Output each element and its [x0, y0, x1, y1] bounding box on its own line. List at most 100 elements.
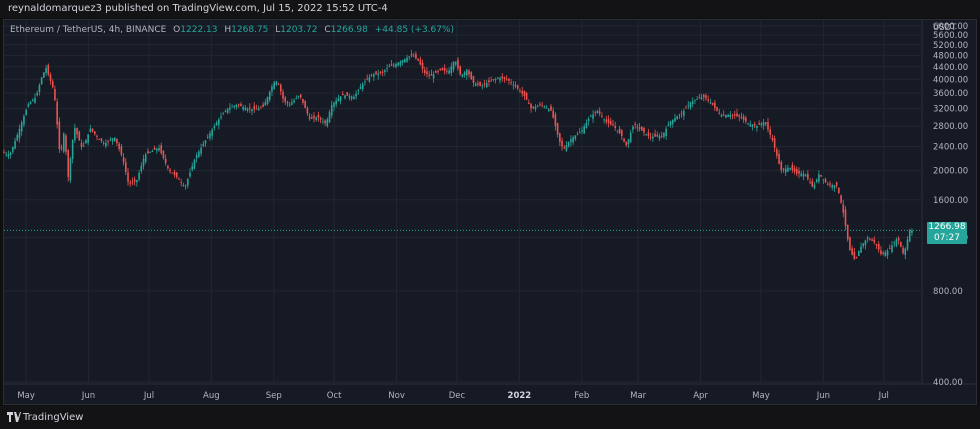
candle-body — [694, 100, 696, 102]
candle-body — [297, 96, 300, 97]
candle-body — [189, 172, 191, 177]
candle-body — [882, 252, 884, 254]
candle-body — [317, 114, 320, 118]
candle-body — [598, 111, 601, 114]
candle-body — [636, 126, 639, 128]
candle-body — [229, 107, 231, 110]
candle-body — [56, 101, 58, 125]
candle-body — [423, 69, 426, 73]
candle-body — [426, 71, 428, 75]
candle-body — [700, 97, 703, 99]
x-tick-label: May — [752, 391, 770, 401]
candle-body — [142, 158, 145, 167]
candle-body — [838, 187, 840, 193]
x-tick-label: Jul — [143, 391, 154, 401]
candle-body — [452, 61, 455, 70]
candle-body — [164, 158, 167, 164]
x-tick-label: Feb — [574, 391, 589, 401]
candle-body — [607, 119, 610, 124]
candle-body — [421, 62, 424, 69]
candle-body — [479, 82, 481, 86]
y-tick-label: 4400.00 — [933, 63, 968, 73]
candle-body — [503, 77, 506, 79]
candle-body — [76, 128, 78, 135]
last-price-label: 1266.98 07:27 — [927, 222, 967, 245]
candle-body — [31, 99, 34, 101]
candle-body — [417, 58, 419, 61]
candle-body — [521, 91, 523, 94]
candle-body — [306, 108, 309, 114]
candle-body — [43, 72, 45, 78]
candle-body — [587, 118, 590, 122]
candle-body — [749, 124, 752, 127]
candle-body — [683, 110, 685, 116]
candle-body — [891, 245, 893, 252]
candle-body — [381, 71, 384, 73]
candle-body — [718, 112, 721, 114]
x-tick-label: Oct — [327, 391, 342, 401]
candle-body — [147, 151, 149, 154]
candle-body — [809, 181, 811, 183]
candle-body — [729, 114, 732, 118]
candle-body — [771, 137, 774, 141]
candle-body — [647, 132, 650, 136]
candle-body — [386, 67, 388, 69]
candle-body — [747, 123, 749, 125]
candle-body — [350, 96, 353, 99]
candle-body — [439, 68, 442, 71]
candle-body — [47, 65, 50, 75]
candle-body — [477, 83, 479, 85]
candle-body — [674, 118, 676, 122]
candle-body — [663, 132, 665, 137]
candle-body — [552, 110, 554, 118]
candle-body — [319, 118, 322, 120]
candle-body — [601, 115, 603, 117]
candle-body — [12, 146, 14, 152]
candle-body — [563, 147, 566, 149]
candle-body — [339, 96, 342, 101]
candle-body — [82, 145, 85, 147]
candle-body — [793, 168, 796, 172]
candle-body — [280, 84, 282, 92]
candle-body — [756, 126, 758, 129]
candle-body — [93, 131, 96, 135]
candle-body — [333, 102, 335, 107]
candle-body — [277, 84, 280, 85]
candle-body — [235, 104, 238, 108]
candle-body — [532, 106, 535, 108]
candle-body — [871, 239, 873, 241]
candle-body — [441, 68, 444, 71]
candle-body — [897, 238, 900, 241]
candle-body — [184, 185, 187, 187]
candle-body — [481, 85, 484, 87]
candle-body — [401, 60, 404, 63]
candle-body — [7, 154, 10, 157]
candle-body — [468, 70, 470, 75]
candle-body — [470, 72, 473, 80]
candle-body — [160, 145, 163, 154]
candle-body — [519, 90, 521, 92]
candle-body — [169, 169, 171, 172]
price-chart[interactable]: 400.00800.001200.001600.002000.002400.00… — [0, 0, 980, 429]
candle-body — [654, 133, 656, 137]
candle-body — [91, 128, 94, 132]
legend-open-value: 1222.13 — [180, 25, 218, 35]
candle-body — [67, 150, 70, 178]
candle-body — [237, 104, 240, 106]
footer: TradingView — [0, 406, 980, 429]
candle-body — [457, 59, 459, 69]
candle-body — [29, 102, 32, 104]
candle-body — [592, 114, 594, 119]
candle-body — [822, 179, 825, 181]
candle-body — [463, 72, 466, 76]
chart-legend: Ethereum / TetherUS, 4h, BINANCE O1222.1… — [10, 24, 454, 36]
candle-body — [733, 114, 736, 116]
tradingview-logo-icon — [7, 412, 21, 422]
candle-body — [778, 153, 780, 164]
candle-body — [111, 138, 114, 141]
candle-body — [198, 151, 200, 157]
candle-body — [388, 66, 391, 68]
candle-body — [446, 70, 448, 72]
candle-body — [605, 119, 608, 122]
candle-body — [384, 70, 386, 73]
